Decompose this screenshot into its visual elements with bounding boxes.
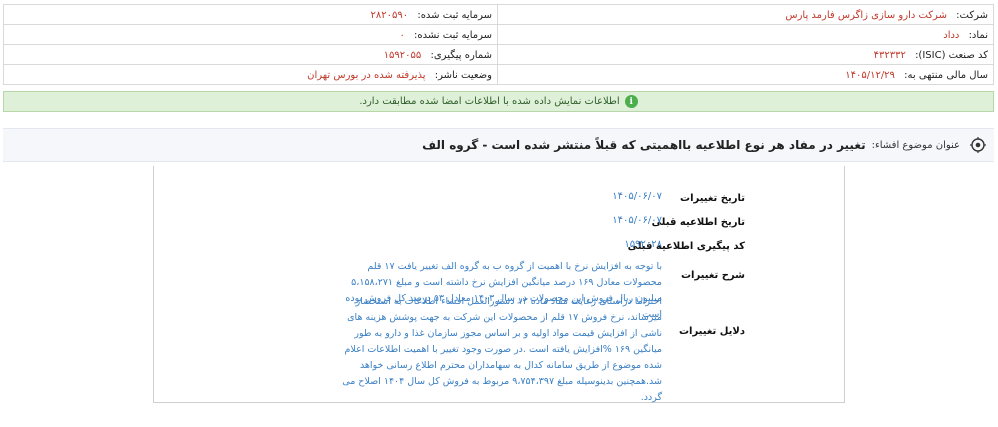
company-value: شرکت دارو سازی زاگرس فارمد پارس [785, 9, 947, 21]
tracking-value: ۱۵۹۲۰۵۵ [383, 49, 422, 61]
isic-value: ۴۳۲۳۳۲ [873, 49, 906, 61]
verification-notice: i اطلاعات نمایش داده شده با اطلاعات امضا… [3, 91, 994, 112]
tracking-label: شماره پیگیری: [430, 49, 492, 61]
isic-label: کد صنعت (ISIC): [915, 49, 988, 61]
details-box: تاریخ تغییرات ۱۴۰۵/۰۶/۰۷ تاریخ اطلاعیه ق… [153, 166, 845, 403]
subject-bar: عنوان موضوع افشاء: تغییر در مفاد هر نوع … [3, 128, 994, 162]
publisher-status-label: وضعیت ناشر: [434, 69, 492, 81]
subject-title: تغییر در مفاد هر نوع اطلاعیه بااهمیتی که… [422, 138, 866, 152]
company-cell: شرکت: شرکت دارو سازی زاگرس فارمد پارس [497, 4, 994, 25]
info-icon: i [624, 95, 638, 108]
info-row-4: سال مالی منتهی به: ۱۴۰۵/۱۲/۲۹ وضعیت ناشر… [3, 64, 994, 85]
prev-notice-date-label: تاریخ اطلاعیه قبلی [651, 217, 745, 228]
unregistered-capital-cell: سرمایه ثبت نشده: ۰ [3, 24, 498, 45]
symbol-value: دداد [943, 29, 960, 41]
unregistered-capital-value: ۰ [399, 29, 405, 41]
fiscal-year-cell: سال مالی منتهی به: ۱۴۰۵/۱۲/۲۹ [497, 64, 994, 85]
fiscal-year-value: ۱۴۰۵/۱۲/۲۹ [845, 69, 895, 81]
tracking-cell: شماره پیگیری: ۱۵۹۲۰۵۵ [3, 44, 498, 65]
prev-tracking-value: ۱۵۹۲۰۲۸ [624, 239, 662, 250]
company-label: شرکت: [956, 9, 988, 21]
isic-cell: کد صنعت (ISIC): ۴۳۲۳۳۲ [497, 44, 994, 65]
registered-capital-value: ۲۸۲۰۵۹۰ [370, 9, 409, 21]
reasons-label: دلایل تغییرات [678, 326, 745, 337]
info-row-2: نماد: دداد سرمایه ثبت نشده: ۰ [3, 24, 994, 45]
reasons-text: احتراما دراستای رعایت مفاد ماده ۱۳ دستور… [342, 296, 662, 403]
prev-notice-date-value: ۱۴۰۵/۰۶/۰۷ [612, 215, 662, 226]
publisher-status-cell: وضعیت ناشر: پذیرفته شده در بورس تهران [3, 64, 498, 85]
symbol-cell: نماد: دداد [497, 24, 994, 45]
description-label: شرح تغییرات [680, 270, 745, 281]
publisher-status-value: پذیرفته شده در بورس تهران [307, 69, 426, 81]
unregistered-capital-label: سرمایه ثبت نشده: [414, 29, 492, 41]
subject-label: عنوان موضوع افشاء: [871, 139, 960, 151]
fiscal-year-label: سال مالی منتهی به: [904, 69, 988, 81]
change-date-value: ۱۴۰۵/۰۶/۰۷ [612, 191, 662, 202]
registered-capital-label: سرمایه ثبت شده: [417, 9, 492, 21]
info-row-1: شرکت: شرکت دارو سازی زاگرس فارمد پارس سر… [3, 4, 994, 25]
info-row-3: کد صنعت (ISIC): ۴۳۲۳۳۲ شماره پیگیری: ۱۵۹… [3, 44, 994, 65]
target-icon [970, 137, 986, 153]
company-info-table: شرکت: شرکت دارو سازی زاگرس فارمد پارس سر… [3, 4, 994, 85]
symbol-label: نماد: [968, 29, 988, 41]
notice-text: اطلاعات نمایش داده شده با اطلاعات امضا ش… [359, 96, 620, 107]
change-date-label: تاریخ تغییرات [680, 193, 745, 204]
registered-capital-cell: سرمایه ثبت شده: ۲۸۲۰۵۹۰ [3, 4, 498, 25]
